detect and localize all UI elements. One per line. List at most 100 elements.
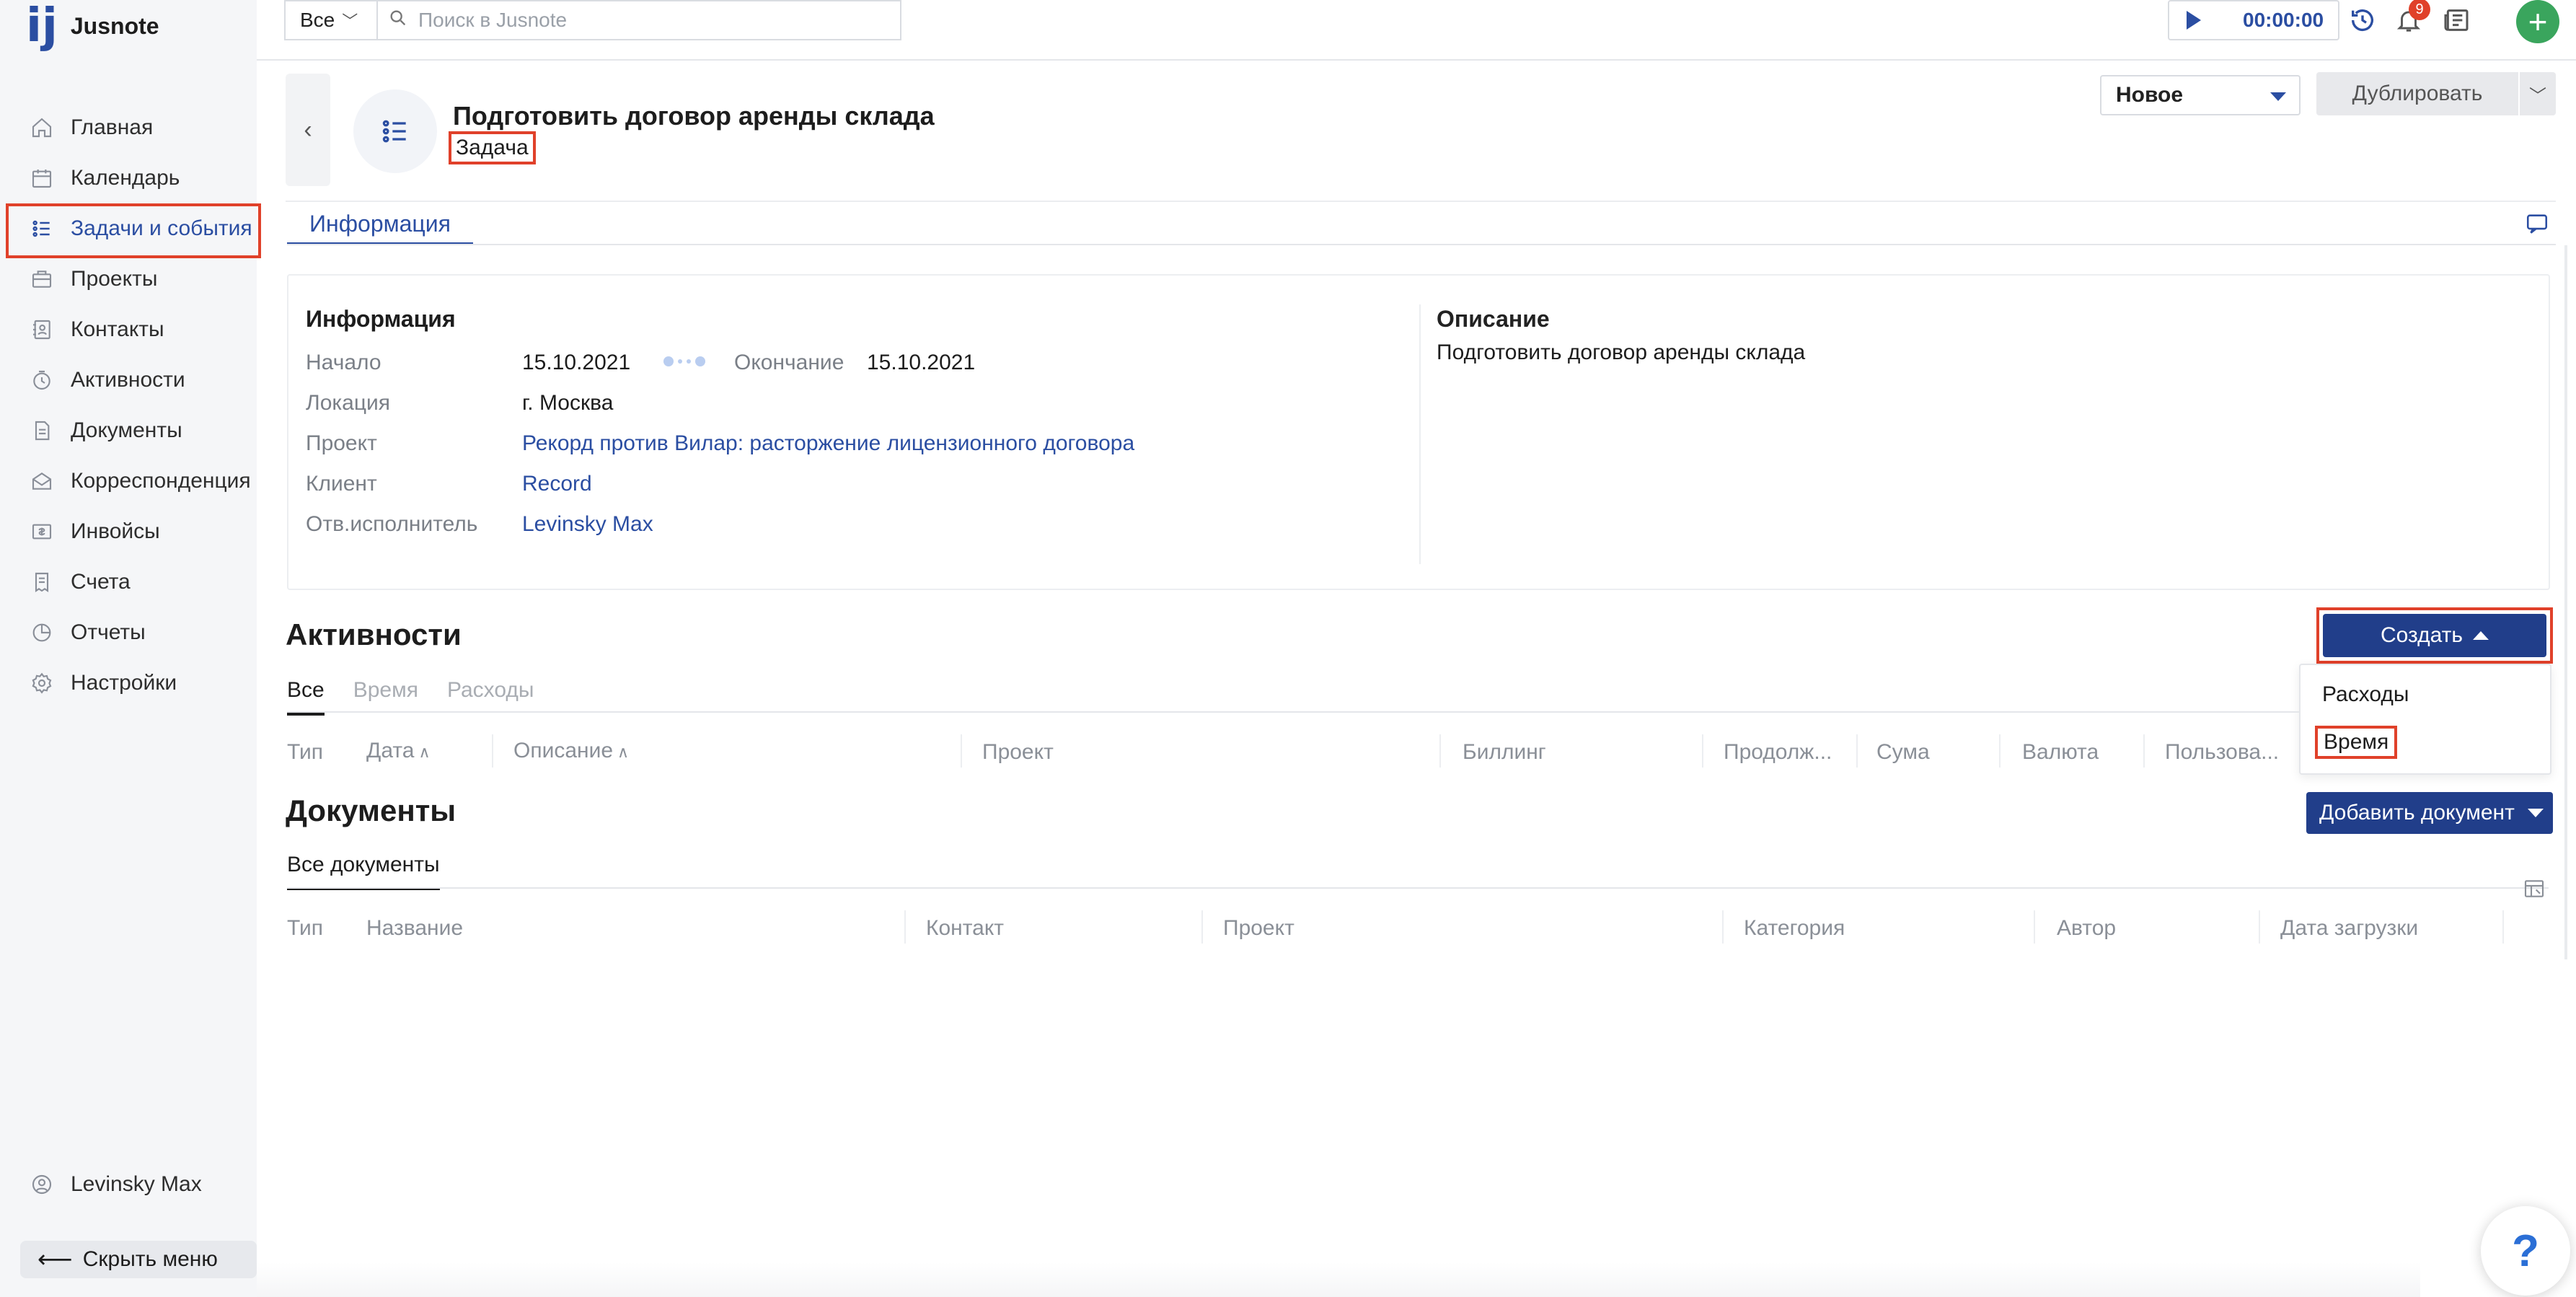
- tasks-icon: [29, 216, 55, 242]
- info-divider: [1419, 304, 1421, 564]
- sidebar-item-label: Контакты: [71, 317, 164, 341]
- search-input[interactable]: Поиск в Jusnote: [376, 0, 901, 40]
- col-description[interactable]: Описание ∧: [513, 739, 629, 763]
- accounts-icon: [29, 569, 55, 595]
- sidebar-item-contacts[interactable]: Контакты: [0, 304, 257, 355]
- logo[interactable]: ĳ Jusnote: [26, 3, 159, 49]
- projects-icon: [29, 266, 55, 292]
- news-icon[interactable]: [2439, 3, 2474, 38]
- chevron-left-icon: ‹: [304, 115, 312, 144]
- status-select[interactable]: Новое: [2100, 75, 2301, 115]
- col-user: Пользова...: [2165, 740, 2280, 764]
- play-icon[interactable]: [2187, 11, 2201, 30]
- end-label: Окончание: [734, 351, 844, 374]
- sidebar-item-home[interactable]: Главная: [0, 102, 257, 153]
- sidebar-item-label: Настройки: [71, 671, 177, 695]
- header-divider: [286, 201, 2556, 202]
- col-project: Проект: [982, 740, 1054, 764]
- start-value: 15.10.2021: [522, 351, 631, 374]
- help-icon: ?: [2512, 1226, 2539, 1276]
- help-button[interactable]: ?: [2481, 1206, 2570, 1296]
- tab-information[interactable]: Информация: [287, 205, 473, 245]
- sidebar-item-reports[interactable]: Отчеты: [0, 607, 257, 658]
- col-description-label: Описание: [513, 739, 614, 762]
- documents-heading: Документы: [286, 793, 456, 827]
- duplicate-dropdown-toggle[interactable]: ﹀: [2520, 72, 2556, 115]
- sidebar-item-label: Счета: [71, 570, 131, 594]
- create-label: Создать: [2380, 623, 2463, 647]
- back-button[interactable]: ‹: [286, 74, 330, 186]
- content-scrollbar[interactable]: [2564, 245, 2567, 959]
- client-label: Клиент: [306, 472, 377, 496]
- doc-col-upload-date: Дата загрузки: [2280, 916, 2419, 940]
- comments-icon[interactable]: [2523, 209, 2551, 238]
- tab-all-documents[interactable]: Все документы: [287, 853, 440, 890]
- table-settings-icon[interactable]: [2521, 876, 2547, 902]
- column-separator: [2259, 910, 2260, 944]
- col-currency: Валюта: [2022, 740, 2099, 764]
- search-scope-select[interactable]: Все ﹀: [284, 0, 376, 40]
- home-icon: [29, 115, 55, 141]
- user-icon: [29, 1171, 55, 1197]
- bottom-shadow: [257, 1262, 2420, 1297]
- col-date[interactable]: Дата ∧: [366, 739, 431, 763]
- col-duration: Продолж...: [1724, 740, 1832, 764]
- col-billing: Биллинг: [1463, 740, 1546, 764]
- sidebar-item-label: Активности: [71, 368, 185, 392]
- create-button[interactable]: Создать: [2323, 614, 2546, 657]
- timer-widget[interactable]: 00:00:00: [2168, 0, 2339, 40]
- sort-up-icon: ∧: [617, 743, 630, 761]
- sidebar-item-correspondence[interactable]: Корреспонденция: [0, 456, 257, 506]
- sidebar-nav: Главная Календарь Задачи и события Проек…: [0, 102, 261, 708]
- sidebar-item-label: Документы: [71, 418, 182, 442]
- location-value: г. Москва: [522, 391, 614, 415]
- activities-subtabs: Все Время Расходы: [287, 678, 534, 716]
- arrow-left-icon: ⟵: [38, 1246, 73, 1273]
- tabs-divider: [287, 244, 2556, 245]
- col-date-label: Дата: [366, 739, 415, 762]
- task-title: Подготовить договор аренды склада: [453, 101, 935, 131]
- menu-item-time[interactable]: Время: [2315, 726, 2398, 759]
- sidebar-item-invoices[interactable]: Инвойсы: [0, 506, 257, 557]
- chevron-down-icon: ﹀: [2529, 86, 2546, 106]
- assignee-label: Отв.исполнитель: [306, 512, 478, 536]
- sidebar: ĳ Jusnote Главная Календарь Задачи и соб…: [0, 0, 261, 1297]
- documents-divider: [287, 887, 2549, 889]
- sidebar-item-settings[interactable]: Настройки: [0, 658, 257, 708]
- add-button[interactable]: +: [2516, 0, 2559, 43]
- hide-menu-button[interactable]: ⟵ Скрыть меню: [20, 1241, 257, 1278]
- sidebar-item-label: Корреспонденция: [71, 469, 251, 493]
- subtab-time[interactable]: Время: [353, 678, 418, 716]
- topbar: Все ﹀ Поиск в Jusnote 00:00:00 9 +: [257, 0, 2576, 61]
- search-icon: [388, 8, 408, 33]
- duplicate-button[interactable]: Дублировать: [2316, 72, 2518, 115]
- documents-icon: [29, 418, 55, 444]
- notifications-bell-icon[interactable]: 9: [2391, 0, 2430, 38]
- sidebar-item-activities[interactable]: Активности: [0, 355, 257, 405]
- reports-icon: [29, 620, 55, 646]
- settings-icon: [29, 670, 55, 696]
- sidebar-item-calendar[interactable]: Календарь: [0, 153, 257, 203]
- doc-col-category: Категория: [1744, 916, 1845, 940]
- caret-down-icon: [2270, 92, 2286, 101]
- column-separator: [1856, 734, 1858, 768]
- activities-icon: [29, 367, 55, 393]
- chevron-down-icon: ﹀: [342, 12, 358, 30]
- caret-up-icon: [2473, 631, 2489, 640]
- add-document-button[interactable]: Добавить документ: [2306, 792, 2553, 834]
- location-label: Локация: [306, 391, 391, 415]
- assignee-link[interactable]: Levinsky Max: [522, 512, 653, 537]
- subtab-expenses[interactable]: Расходы: [447, 678, 534, 716]
- logo-text: Jusnote: [70, 12, 159, 39]
- subtab-all[interactable]: Все: [287, 678, 325, 716]
- sidebar-item-accounts[interactable]: Счета: [0, 557, 257, 607]
- history-icon[interactable]: [2345, 3, 2380, 38]
- project-link[interactable]: Рекорд против Вилар: расторжение лицензи…: [522, 431, 1134, 456]
- invoices-icon: [29, 519, 55, 545]
- sidebar-item-documents[interactable]: Документы: [0, 405, 257, 456]
- sidebar-item-projects[interactable]: Проекты: [0, 254, 257, 304]
- sidebar-item-tasks[interactable]: Задачи и события: [0, 203, 261, 258]
- user-profile[interactable]: Levinsky Max: [29, 1171, 202, 1197]
- client-link[interactable]: Record: [522, 472, 592, 496]
- menu-item-expenses[interactable]: Расходы: [2322, 682, 2409, 707]
